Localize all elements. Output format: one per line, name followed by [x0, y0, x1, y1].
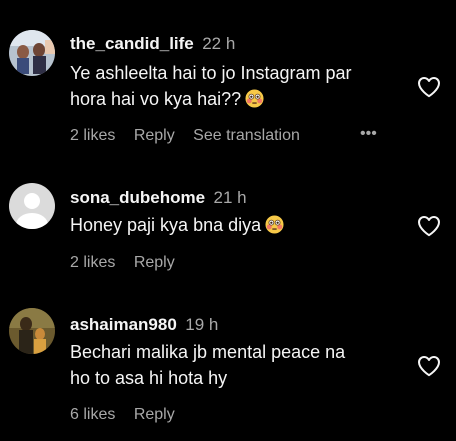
reply-button[interactable]: Reply: [134, 127, 175, 145]
flushed-face-emoji: [245, 89, 264, 115]
username[interactable]: sona_dubehome: [70, 188, 205, 207]
username[interactable]: the_candid_life: [70, 34, 194, 53]
comment-actions: 6 likes Reply: [70, 406, 175, 424]
flushed-face-emoji: [265, 215, 284, 241]
comment-text-line: ho to asa hi hota hy: [70, 368, 228, 388]
comment-text-line: Honey paji kya bna diya: [70, 215, 262, 235]
likes-count[interactable]: 6 likes: [70, 406, 115, 424]
heart-outline-icon[interactable]: [417, 215, 441, 237]
comment-text-line: Ye ashleelta hai to jo Instagram par: [70, 63, 352, 83]
username[interactable]: ashaiman980: [70, 315, 177, 334]
comment-text: Ye ashleelta hai to jo Instagram par hor…: [70, 60, 415, 115]
comment-header: the_candid_life 22 h: [70, 34, 235, 54]
comment-actions: 2 likes Reply See translation •••: [70, 125, 377, 145]
timestamp: 19 h: [185, 315, 219, 334]
comment-item: the_candid_life 22 h Ye ashleelta hai to…: [0, 0, 456, 160]
more-options-icon[interactable]: •••: [360, 125, 377, 143]
comment-text-line: hora hai vo kya hai??: [70, 89, 242, 109]
timestamp: 21 h: [213, 188, 247, 207]
comment-header: sona_dubehome 21 h: [70, 188, 247, 208]
heart-outline-icon[interactable]: [417, 76, 441, 98]
see-translation-button[interactable]: See translation: [193, 127, 300, 145]
timestamp: 22 h: [202, 34, 236, 53]
comments-list: the_candid_life 22 h Ye ashleelta hai to…: [0, 0, 456, 441]
avatar[interactable]: [9, 30, 55, 76]
comment-item: ashaiman980 19 h Bechari malika jb menta…: [0, 280, 456, 441]
comment-header: ashaiman980 19 h: [70, 315, 218, 335]
avatar[interactable]: [9, 183, 55, 229]
comment-text: Bechari malika jb mental peace na ho to …: [70, 339, 415, 391]
heart-outline-icon[interactable]: [417, 355, 441, 377]
comment-actions: 2 likes Reply: [70, 254, 175, 272]
reply-button[interactable]: Reply: [134, 254, 175, 272]
likes-count[interactable]: 2 likes: [70, 254, 115, 272]
comment-text: Honey paji kya bna diya: [70, 212, 415, 241]
reply-button[interactable]: Reply: [134, 406, 175, 424]
comment-text-line: Bechari malika jb mental peace na: [70, 342, 346, 362]
comment-item: sona_dubehome 21 h Honey paji kya bna di…: [0, 160, 456, 280]
likes-count[interactable]: 2 likes: [70, 127, 115, 145]
avatar[interactable]: [9, 308, 55, 354]
